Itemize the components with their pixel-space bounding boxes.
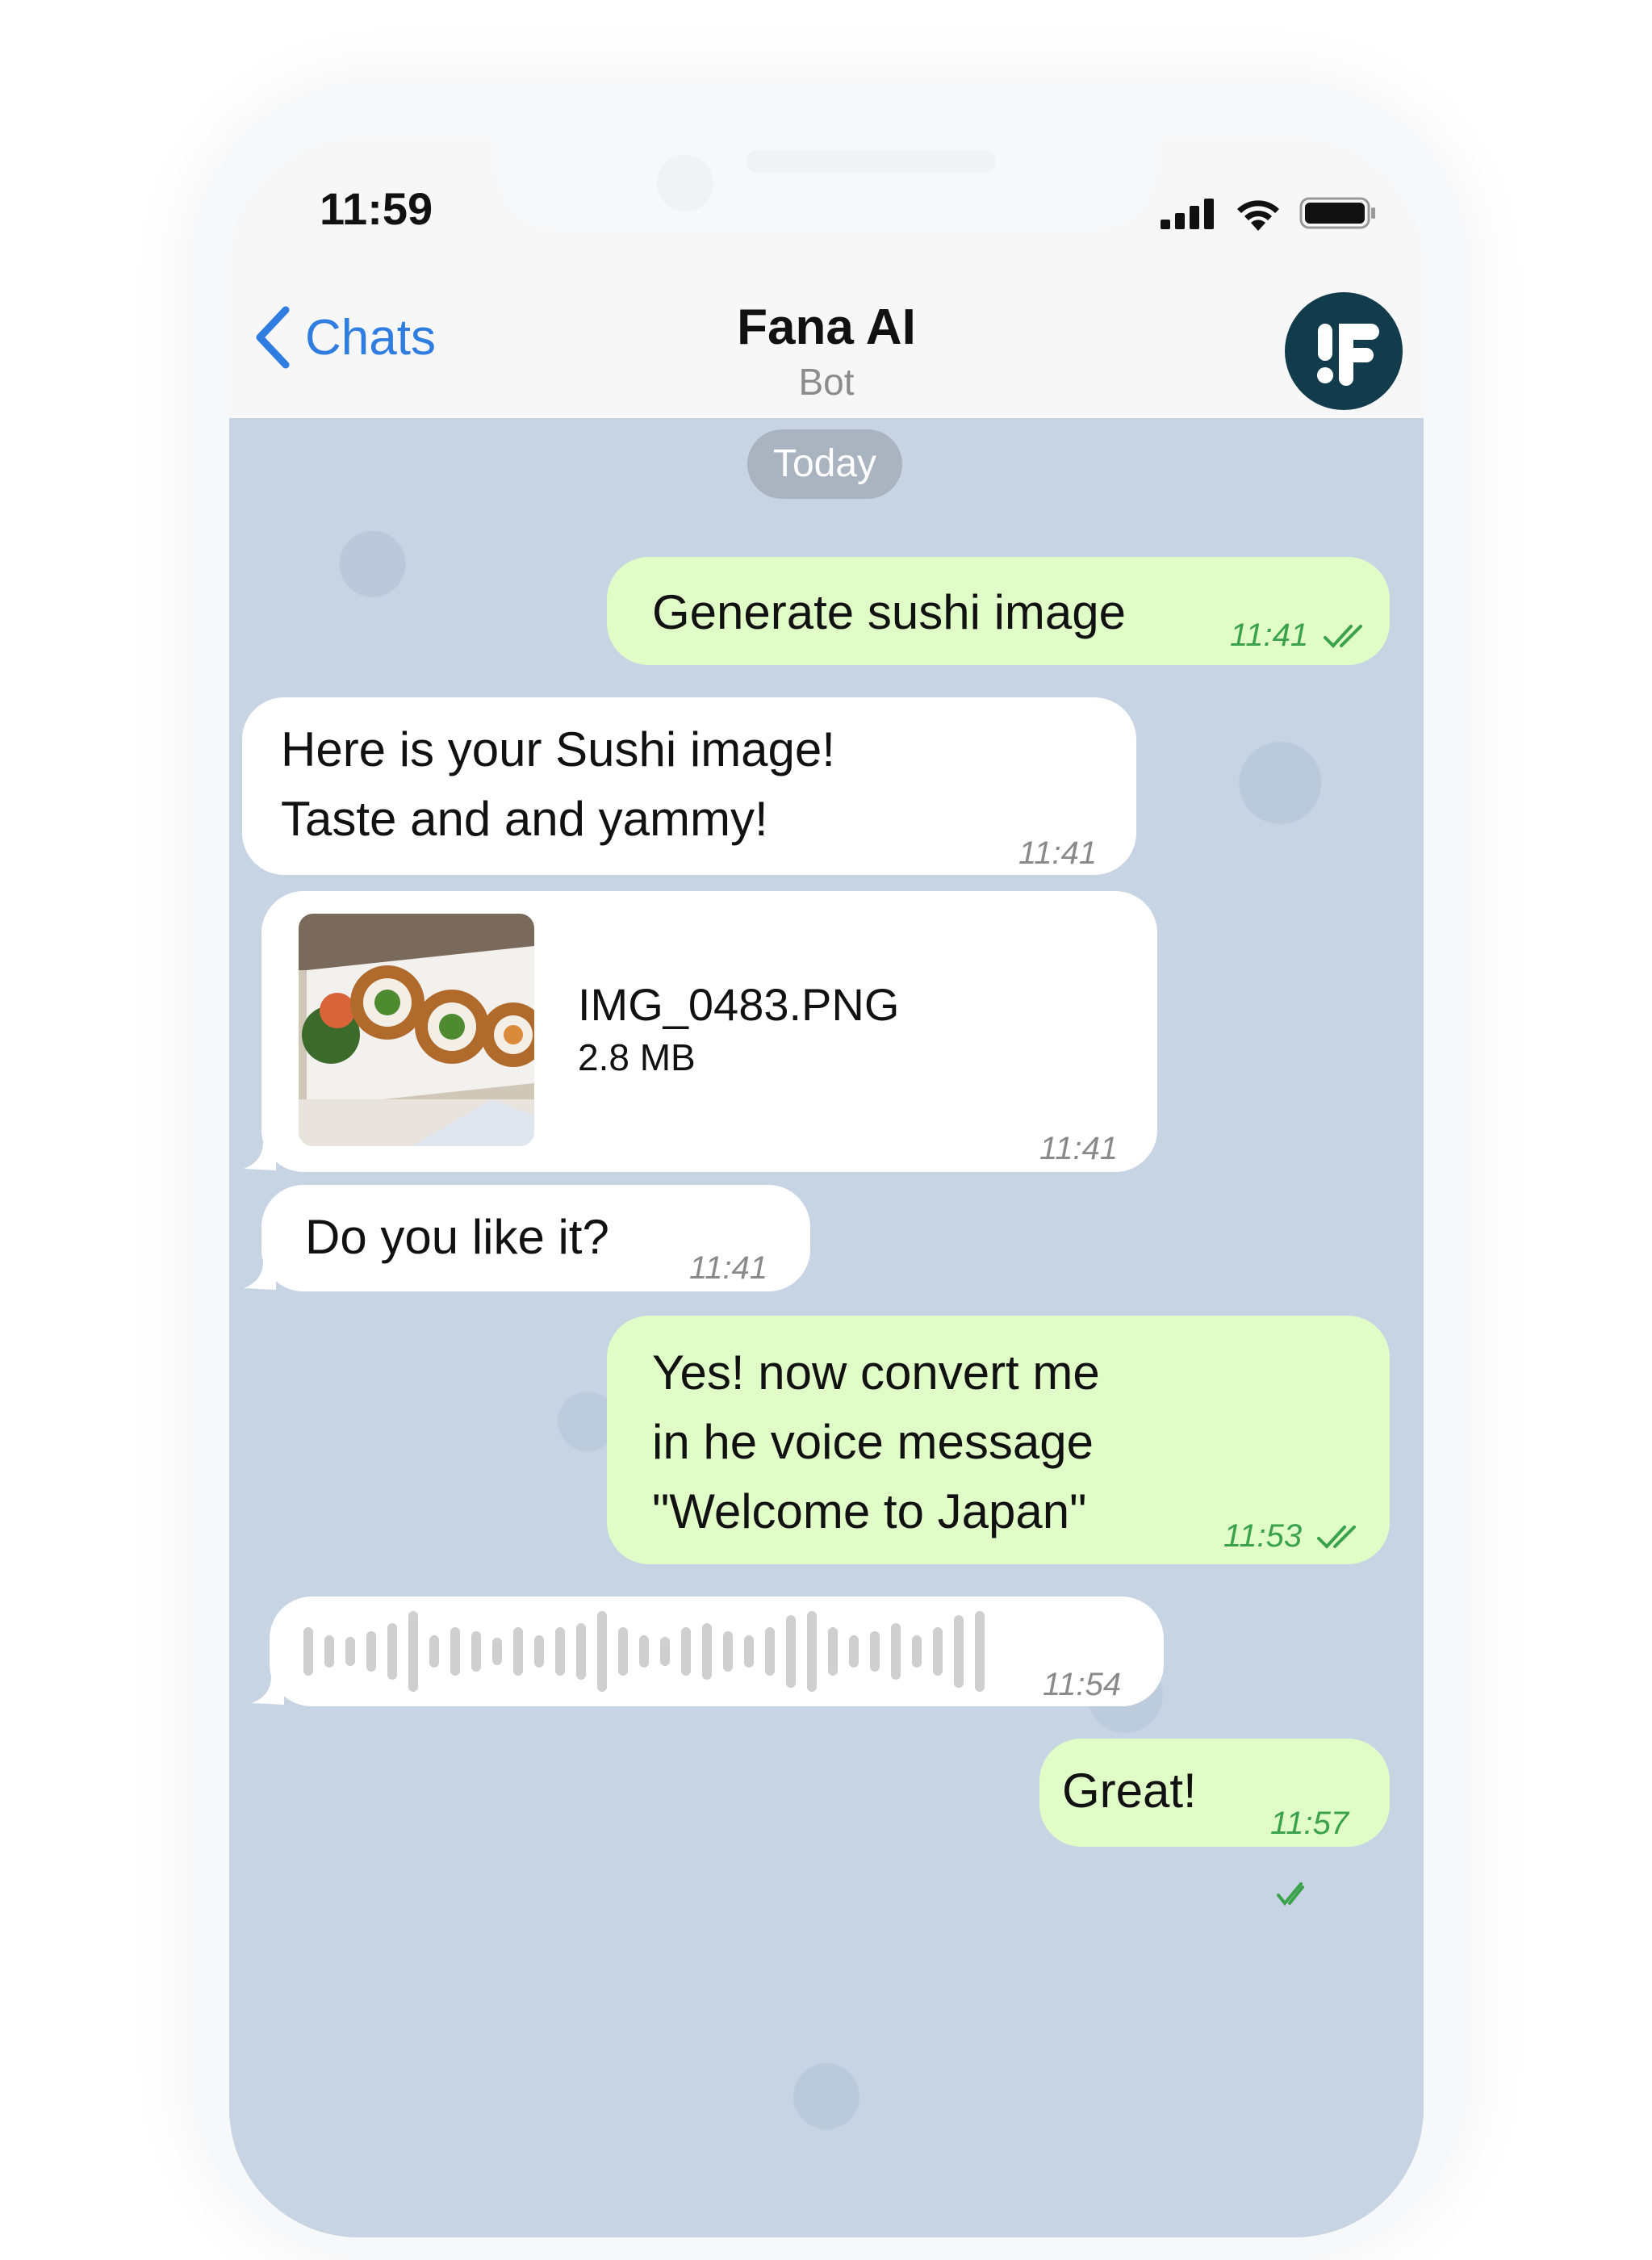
message-time: 11:53 [1223, 1501, 1366, 1571]
waveform-bar [408, 1611, 418, 1692]
fana-logo-icon [1317, 324, 1379, 386]
message-time: 11:41 [1230, 601, 1372, 670]
message-line: Taste and and yammy! [281, 792, 768, 846]
chat-title: Fana AI [737, 299, 916, 355]
waveform-bar [975, 1611, 985, 1692]
notch [496, 139, 1157, 231]
phone-screen: 11:59 Chats Fana AI Bot Today Generate s… [229, 139, 1424, 2237]
status-time: 11:59 [320, 183, 433, 234]
message-time: 11:54 [1043, 1667, 1122, 1702]
waveform-bar [744, 1635, 754, 1668]
chat-title-area[interactable]: Fana AI Bot [229, 299, 1424, 407]
waveform-bar [450, 1627, 460, 1676]
waveform-bar [765, 1627, 775, 1676]
waveform-bar [387, 1623, 397, 1680]
message-line: Here is your Sushi image! [281, 722, 835, 776]
double-check-icon [1277, 1882, 1304, 1906]
waveform-bar [324, 1635, 334, 1668]
waveform-bar [555, 1627, 565, 1676]
waveform-bar [681, 1627, 691, 1676]
bubble-tail [244, 1138, 276, 1170]
double-check-icon [1324, 625, 1363, 649]
waveform-bar [429, 1635, 439, 1668]
waveform-bar [933, 1627, 943, 1676]
waveform-bar [660, 1637, 670, 1666]
incoming-message[interactable]: Here is your Sushi image! Taste and and … [242, 697, 1136, 875]
incoming-message[interactable]: Do you like it? 11:41 [261, 1185, 810, 1291]
waveform-bar [513, 1627, 523, 1676]
waveform-bar [702, 1623, 712, 1680]
waveform-bar [828, 1627, 838, 1676]
waveform-bar [870, 1631, 880, 1672]
date-divider: Today [747, 429, 902, 499]
waveform-bar [471, 1631, 481, 1672]
chat-subtitle: Bot [798, 361, 855, 403]
waveform-bar [807, 1611, 817, 1692]
message-time: 11:57 [1270, 1789, 1390, 1927]
wifi-icon [1237, 200, 1279, 231]
waveform-bar [303, 1627, 313, 1676]
waveform-bar [912, 1635, 922, 1668]
waveform-bar [891, 1623, 901, 1680]
waveform-bar [618, 1627, 628, 1676]
voice-waveform[interactable] [303, 1611, 1014, 1692]
waveform-bar [345, 1637, 355, 1666]
waveform-bar [849, 1635, 859, 1668]
outgoing-message[interactable]: Generate sushi image 11:41 [607, 557, 1390, 665]
file-name: IMG_0483.PNG [578, 979, 900, 1030]
message-list[interactable]: Today Generate sushi image 11:41 Here is… [229, 418, 1424, 2237]
battery-icon [1299, 197, 1375, 229]
front-camera [657, 155, 713, 211]
waveform-bar [954, 1615, 964, 1688]
message-text: Do you like it? [305, 1210, 609, 1264]
waveform-bar [639, 1635, 649, 1668]
waveform-bar [723, 1631, 733, 1672]
bubble-tail [244, 1258, 276, 1290]
file-size: 2.8 MB [578, 1036, 696, 1078]
message-time: 11:41 [1039, 1131, 1119, 1166]
speaker-grille [746, 150, 996, 173]
outgoing-message[interactable]: Yes! now convert me in he voice message … [607, 1316, 1390, 1564]
waveform-bar [534, 1635, 544, 1668]
waveform-bar [576, 1623, 586, 1680]
waveform-bar [492, 1638, 502, 1665]
sushi-image-thumbnail[interactable] [299, 914, 534, 1146]
chat-header: Chats Fana AI Bot [229, 276, 1424, 418]
message-time: 11:41 [1018, 835, 1098, 871]
waveform-bar [366, 1631, 376, 1672]
message-line: in he voice message [652, 1415, 1094, 1469]
message-line: Yes! now convert me [652, 1346, 1100, 1400]
incoming-file-message[interactable]: IMG_0483.PNG 2.8 MB 11:41 [261, 891, 1157, 1172]
message-text: Generate sushi image [652, 585, 1126, 639]
sushi-photo [299, 914, 534, 1146]
incoming-voice-message[interactable]: 11:54 [270, 1597, 1164, 1706]
outgoing-message[interactable]: Great! 11:57 [1039, 1739, 1390, 1906]
waveform-bar [597, 1611, 607, 1692]
message-text: Great! [1062, 1764, 1197, 1818]
status-icons [1161, 195, 1377, 231]
message-time: 11:41 [689, 1250, 768, 1286]
waveform-bar [786, 1615, 796, 1688]
bot-avatar[interactable] [1285, 292, 1403, 410]
double-check-icon [1317, 1526, 1357, 1550]
bubble-tail [252, 1672, 284, 1705]
signal-icon [1161, 199, 1214, 229]
